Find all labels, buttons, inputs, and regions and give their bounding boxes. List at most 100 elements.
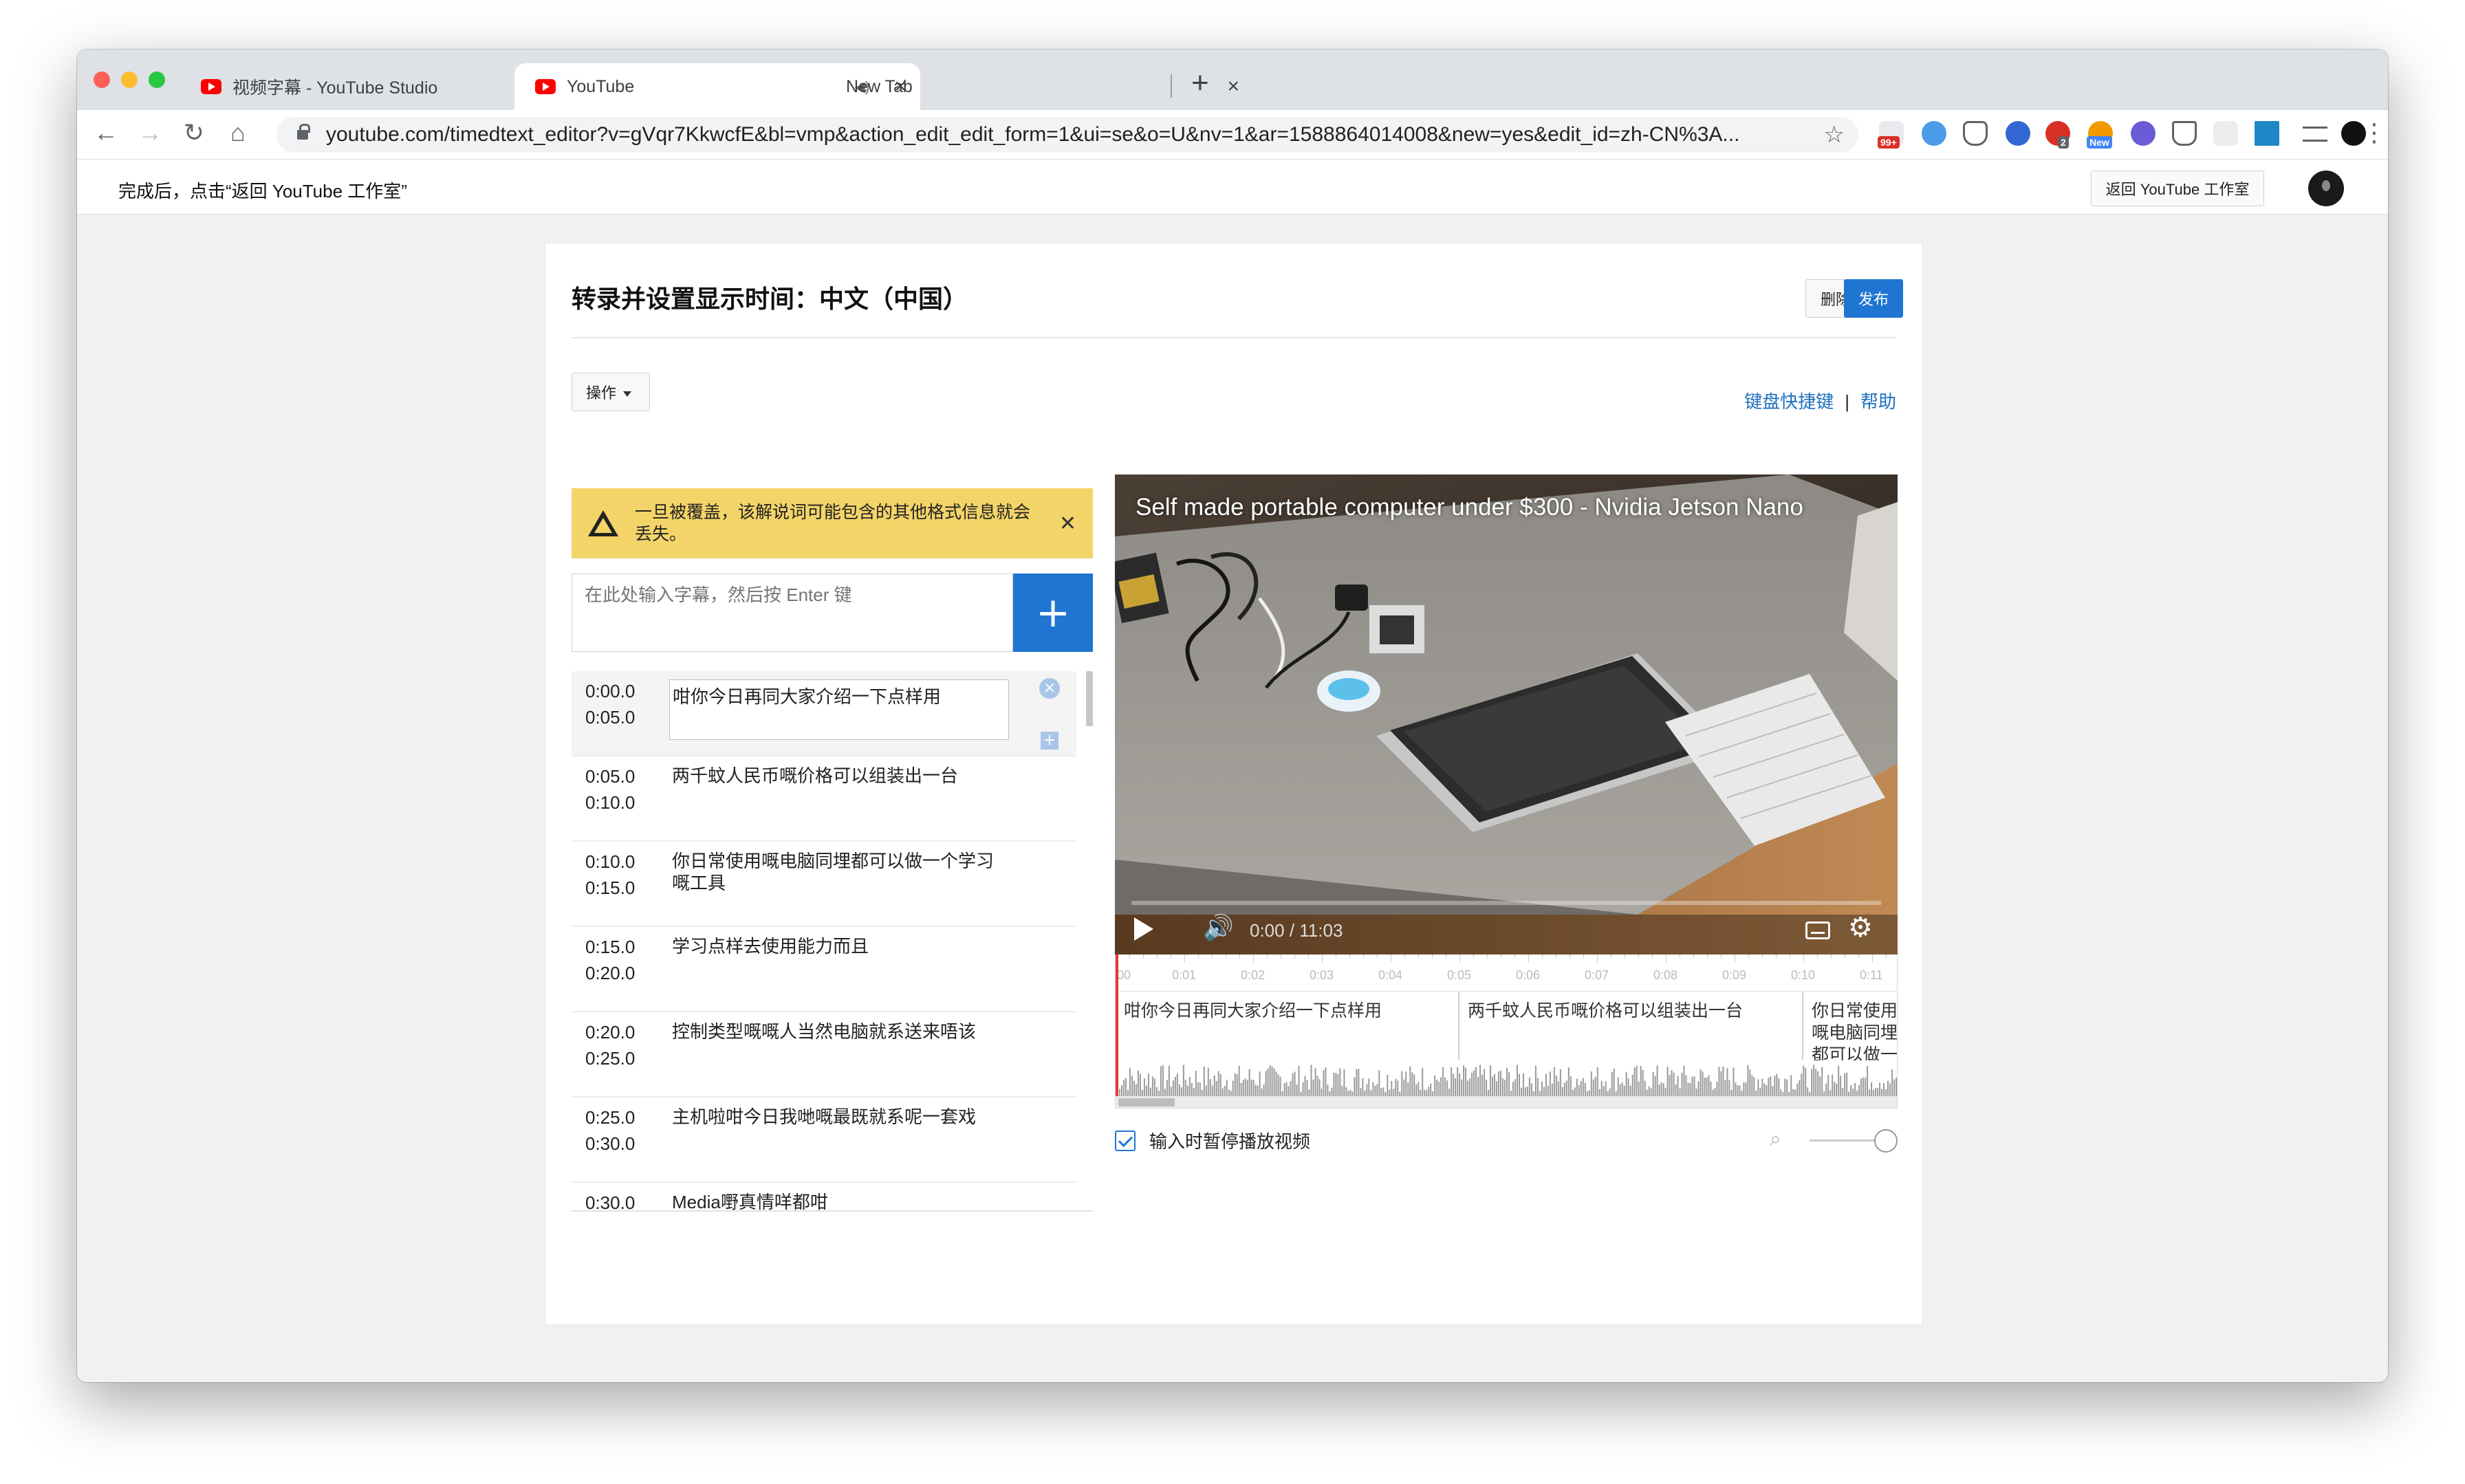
video-progress-bar[interactable] bbox=[1131, 901, 1881, 905]
volume-icon[interactable]: 🔊 bbox=[1203, 913, 1234, 942]
timeline-scroll-thumb[interactable] bbox=[1118, 1098, 1175, 1106]
account-avatar[interactable] bbox=[2308, 171, 2344, 206]
ruler-minor-tick bbox=[1143, 954, 1144, 959]
extension-icon[interactable] bbox=[2255, 121, 2279, 146]
play-icon[interactable] bbox=[1134, 917, 1153, 941]
ruler-minor-tick bbox=[1157, 954, 1158, 959]
adblock-icon[interactable]: 2 bbox=[2045, 121, 2070, 149]
ruler-label: 0:07 bbox=[1585, 968, 1609, 982]
close-window-button[interactable] bbox=[94, 72, 110, 88]
caption-input[interactable] bbox=[572, 574, 1013, 652]
url-text[interactable]: youtube.com/timedtext_editor?v=gVqr7Kkwc… bbox=[326, 123, 1824, 146]
caption-row[interactable]: 0:30.0 Media嘢真情咩都咁 bbox=[572, 1183, 1076, 1210]
caption-row[interactable]: 0:10.0 0:15.0 你日常使用嘅电脑同埋都可以做一个学习嘅工具 bbox=[572, 842, 1076, 927]
pause-while-typing[interactable]: 输入时暂停播放视频 bbox=[1115, 1128, 1310, 1153]
settings-gear-icon[interactable]: ⚙ bbox=[1848, 912, 1873, 943]
caption-end-time[interactable]: 0:15.0 bbox=[585, 877, 635, 899]
warning-icon bbox=[588, 510, 618, 536]
caption-end-time[interactable]: 0:25.0 bbox=[585, 1048, 635, 1069]
ruler-minor-tick bbox=[1198, 954, 1199, 959]
new-tab-button[interactable]: + bbox=[1191, 66, 1209, 100]
caption-text-field[interactable]: 咁你今日再同大家介绍一下点样用 bbox=[669, 679, 1009, 740]
ruler-label: 0:09 bbox=[1722, 968, 1747, 982]
pocket-icon[interactable] bbox=[1963, 121, 1988, 146]
caption-start-time[interactable]: 0:15.0 bbox=[585, 937, 635, 958]
caption-row[interactable]: 0:20.0 0:25.0 控制类型嘅嘅人当然电脑就系送来唔该 bbox=[572, 1012, 1076, 1098]
pause-checkbox[interactable] bbox=[1115, 1130, 1136, 1151]
timeline-scrollbar[interactable] bbox=[1116, 1096, 1897, 1108]
caption-start-time[interactable]: 0:25.0 bbox=[585, 1107, 635, 1128]
caption-text[interactable]: 你日常使用嘅电脑同埋都可以做一个学习嘅工具 bbox=[672, 850, 1002, 894]
forward-arrow-icon[interactable]: → bbox=[133, 118, 166, 147]
extension-icon[interactable] bbox=[2131, 121, 2155, 146]
timeline-segment[interactable]: 咁你今日再同大家介绍一下点样用 bbox=[1116, 992, 1459, 1060]
caption-end-time[interactable]: 0:20.0 bbox=[585, 963, 635, 984]
caption-row[interactable]: 0:00.0 0:05.0 咁你今日再同大家介绍一下点样用 × + bbox=[572, 671, 1076, 756]
extension-icon[interactable] bbox=[2213, 121, 2238, 146]
completion-hint: 完成后，点击“返回 YouTube 工作室” bbox=[118, 181, 407, 201]
caption-timeline[interactable]: 00 0:01 0:02 0:03 0:04 0:05 0:06 0:07 0:08 0:09 0:… bbox=[1115, 954, 1898, 1109]
caption-row[interactable]: 0:15.0 0:20.0 学习点样去使用能力而且 bbox=[572, 927, 1076, 1012]
caption-end-time[interactable]: 0:30.0 bbox=[585, 1133, 635, 1155]
close-icon[interactable]: ✕ bbox=[1059, 512, 1076, 536]
youtube-favicon-icon bbox=[201, 79, 221, 94]
caption-text[interactable]: 学习点样去使用能力而且 bbox=[672, 935, 1009, 957]
timeline-playhead[interactable] bbox=[1116, 954, 1118, 1096]
help-link[interactable]: 帮助 bbox=[1860, 391, 1896, 412]
tab-title: YouTube bbox=[567, 76, 635, 96]
timeline-segment[interactable]: 你日常使用嘅电脑同埋都可以做一个学习嘅工具 bbox=[1803, 992, 1897, 1060]
media-queue-icon[interactable] bbox=[2303, 127, 2327, 142]
extension-icon[interactable] bbox=[2006, 121, 2030, 146]
reload-icon[interactable]: ↻ bbox=[177, 118, 210, 147]
ruler-minor-tick bbox=[1707, 954, 1708, 959]
back-arrow-icon[interactable]: ← bbox=[89, 118, 122, 147]
caption-text[interactable]: 控制类型嘅嘅人当然电脑就系送来唔该 bbox=[672, 1021, 1009, 1043]
ruler-minor-tick bbox=[1267, 954, 1268, 959]
caption-start-time[interactable]: 0:05.0 bbox=[585, 766, 635, 787]
bookmark-star-icon[interactable]: ☆ bbox=[1824, 121, 1845, 149]
page-title: 转录并设置显示时间：中文（中国） bbox=[572, 285, 968, 313]
zoom-window-button[interactable] bbox=[149, 72, 165, 88]
yt-header: 完成后，点击“返回 YouTube 工作室” 返回 YouTube 工作室 bbox=[77, 160, 2388, 215]
minimize-window-button[interactable] bbox=[121, 72, 138, 88]
ruler-label: 0:05 bbox=[1447, 968, 1472, 982]
caption-start-time[interactable]: 0:30.0 bbox=[585, 1192, 635, 1210]
actions-dropdown[interactable]: 操作 bbox=[572, 373, 650, 411]
caption-start-time[interactable]: 0:10.0 bbox=[585, 851, 635, 873]
caption-end-time[interactable]: 0:05.0 bbox=[585, 707, 635, 728]
publish-button[interactable]: 发布 bbox=[1844, 279, 1903, 318]
tab-strip: 视频字幕 - YouTube Studio × YouTube ◀) × New… bbox=[77, 50, 2388, 110]
caption-text[interactable]: Media嘢真情咩都咁 bbox=[672, 1191, 1009, 1210]
video-player[interactable]: Self made portable computer under $300 -… bbox=[1115, 474, 1898, 954]
caption-text[interactable]: 两千蚊人民币嘅价格可以组装出一台 bbox=[672, 765, 1009, 787]
caption-start-time[interactable]: 0:20.0 bbox=[585, 1022, 635, 1043]
menu-kebab-icon[interactable]: ⋮ bbox=[2360, 118, 2388, 147]
video-time: 0:00 / 11:03 bbox=[1250, 920, 1343, 941]
insert-caption-icon[interactable]: + bbox=[1041, 732, 1058, 750]
ruler-minor-tick bbox=[1652, 954, 1653, 959]
caption-row[interactable]: 0:25.0 0:30.0 主机啦咁今日我哋嘅最既就系呢一套戏 bbox=[572, 1098, 1076, 1183]
caption-row[interactable]: 0:05.0 0:10.0 两千蚊人民币嘅价格可以组装出一台 bbox=[572, 756, 1076, 842]
ruler-minor-tick bbox=[1349, 954, 1350, 959]
extension-icon[interactable] bbox=[1922, 121, 1946, 146]
remove-caption-icon[interactable]: × bbox=[1039, 678, 1060, 699]
close-tab-icon[interactable]: × bbox=[1227, 75, 1239, 98]
tab-new-tab[interactable]: New Tab × bbox=[832, 63, 1245, 110]
zoom-slider-knob[interactable] bbox=[1874, 1129, 1898, 1153]
address-bar[interactable]: youtube.com/timedtext_editor?v=gVqr7Kkwc… bbox=[276, 117, 1858, 153]
timeline-segment[interactable]: 两千蚊人民币嘅价格可以组装出一台 bbox=[1459, 992, 1803, 1060]
add-caption-button[interactable]: + bbox=[1013, 574, 1093, 652]
subtitles-icon[interactable] bbox=[1805, 921, 1830, 939]
caption-end-time[interactable]: 0:10.0 bbox=[585, 792, 635, 814]
video-frame bbox=[1115, 474, 1898, 954]
video-title[interactable]: Self made portable computer under $300 -… bbox=[1136, 494, 1803, 521]
home-icon[interactable]: ⌂ bbox=[221, 118, 254, 147]
caption-text[interactable]: 主机啦咁今日我哋嘅最既就系呢一套戏 bbox=[672, 1106, 1009, 1128]
extension-icon[interactable]: 99+ bbox=[1878, 121, 1904, 149]
caption-start-time[interactable]: 0:00.0 bbox=[585, 681, 635, 702]
list-scrollbar[interactable] bbox=[1086, 671, 1093, 726]
shield-icon[interactable] bbox=[2172, 121, 2197, 146]
extension-icon[interactable]: New bbox=[2087, 121, 2113, 149]
return-to-studio-button[interactable]: 返回 YouTube 工作室 bbox=[2091, 171, 2264, 206]
keyboard-shortcuts-link[interactable]: 键盘快捷键 bbox=[1744, 391, 1834, 412]
